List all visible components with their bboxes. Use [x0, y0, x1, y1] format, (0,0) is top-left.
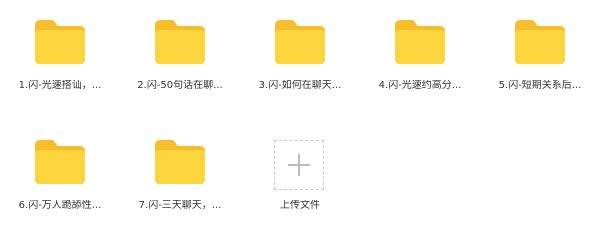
upload-label: 上传文件 [280, 200, 320, 211]
plus-icon [288, 154, 310, 176]
folder-label: 1.闪-光速搭讪，... [18, 80, 102, 91]
folder-label: 5.闪-短期关系后... [498, 80, 582, 91]
folder-label: 7.闪-三天聊天，... [138, 200, 222, 211]
folder-item-4[interactable]: 4.闪-光速约高分... [360, 0, 480, 100]
folder-icon [515, 20, 565, 64]
folder-label: 3.闪-如何在聊天... [258, 80, 342, 91]
upload-drop-box[interactable] [274, 140, 324, 190]
folder-label: 4.闪-光速约高分... [378, 80, 462, 91]
file-grid: 1.闪-光速搭讪，... 2.闪-50句话在聊... 3.闪-如何在聊天... … [0, 0, 600, 250]
folder-item-1[interactable]: 1.闪-光速搭讪，... [0, 0, 120, 100]
folder-item-6[interactable]: 6.闪-万人跪舔性... [0, 120, 120, 220]
folder-icon [155, 20, 205, 64]
folder-item-2[interactable]: 2.闪-50句话在聊... [120, 0, 240, 100]
folder-item-5[interactable]: 5.闪-短期关系后... [480, 0, 600, 100]
upload-file-button[interactable]: 上传文件 [240, 120, 360, 220]
folder-label: 6.闪-万人跪舔性... [18, 200, 102, 211]
folder-item-7[interactable]: 7.闪-三天聊天，... [120, 120, 240, 220]
folder-icon [395, 20, 445, 64]
folder-item-3[interactable]: 3.闪-如何在聊天... [240, 0, 360, 100]
folder-icon [275, 20, 325, 64]
folder-label: 2.闪-50句话在聊... [137, 80, 223, 91]
folder-icon [35, 20, 85, 64]
folder-icon [35, 140, 85, 184]
folder-icon [155, 140, 205, 184]
